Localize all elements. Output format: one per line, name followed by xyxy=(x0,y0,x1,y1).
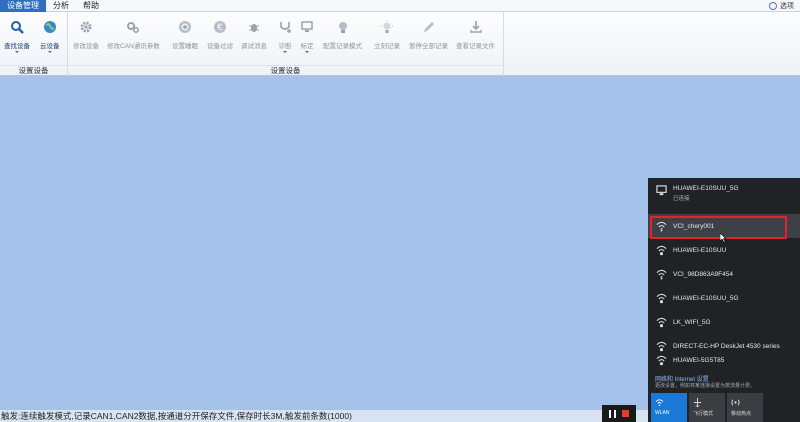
ribbon-group-settings: 修改设备 修改CAN通讯参数 设置睡眠 € 设备过滤 调试消息 诊断 标定 配置 xyxy=(68,12,504,76)
pencil-icon xyxy=(423,22,434,32)
wifi-icon xyxy=(656,269,667,279)
network-name: HUAWEI-5G5T85 xyxy=(673,356,725,364)
bug-icon xyxy=(249,24,259,32)
monitor-icon xyxy=(301,21,313,32)
wifi-network-item[interactable]: VCI_98D863A9F454 xyxy=(648,262,800,286)
ribbon-group-setup: 查找设备 云设备 设置设备 xyxy=(0,12,68,76)
view-record-file-button[interactable]: 查看记录文件 xyxy=(456,20,495,50)
wifi-network-item[interactable]: LK_WIFI_5G xyxy=(648,310,800,334)
calibrate-button[interactable]: 标定 xyxy=(300,20,314,53)
modify-can-params-button[interactable]: 修改CAN通讯参数 xyxy=(107,20,160,50)
pause-all-record-button[interactable]: 暂停全部记录 xyxy=(409,20,448,50)
hotspot-icon xyxy=(731,399,740,406)
wifi-network-item[interactable]: HUAWEI-5G5T85 xyxy=(648,348,800,372)
menu-tab-device-management[interactable]: 设备管理 xyxy=(0,0,46,12)
debug-message-button[interactable]: 调试消息 xyxy=(241,20,267,50)
ribbon-toolbar: 查找设备 云设备 设置设备 修改设备 修改CAN通讯参数 设置睡眠 € 设备过滤… xyxy=(0,12,800,76)
menu-tab-analysis[interactable]: 分析 xyxy=(46,0,76,12)
ethernet-monitor-icon xyxy=(656,185,667,196)
network-name: VCI_98D863A9F454 xyxy=(673,270,733,278)
quick-action-wlan[interactable]: WLAN xyxy=(651,393,687,422)
record-now-button[interactable]: 立刻记录 xyxy=(374,20,400,50)
menu-bar: 设备管理 分析 帮助 选项 xyxy=(0,0,800,12)
device-filter-button[interactable]: € 设备过滤 xyxy=(207,20,233,50)
mouse-cursor-icon xyxy=(720,233,727,243)
network-status: 已连接 xyxy=(673,196,690,202)
set-sleep-button[interactable]: 设置睡眠 xyxy=(172,20,198,50)
wifi-lock-icon xyxy=(656,317,667,327)
svg-text:€: € xyxy=(217,23,223,33)
wifi-flyout: HUAWEI-E10SUU_5G 已连接 VCI_chery001 HUAWEI… xyxy=(648,178,800,422)
wifi-icon xyxy=(655,399,664,407)
lightbulb-icon xyxy=(338,22,347,33)
airplane-icon xyxy=(693,398,702,407)
euro-icon: € xyxy=(214,21,226,33)
pause-icon[interactable] xyxy=(609,409,616,418)
wifi-lock-icon xyxy=(656,355,667,365)
stethoscope-icon xyxy=(280,22,291,33)
quick-action-mobile-hotspot[interactable]: 移动热点 xyxy=(727,393,763,422)
download-icon xyxy=(469,21,482,33)
stop-icon[interactable] xyxy=(622,410,629,417)
ribbon-group-label: 设置设备 xyxy=(68,65,503,75)
network-name: HUAWEI-E10SUU_5G xyxy=(673,185,739,192)
highlight-annotation xyxy=(650,216,787,239)
menu-tab-help[interactable]: 帮助 xyxy=(76,0,106,12)
find-device-button[interactable]: 查找设备 xyxy=(4,20,30,53)
lamp-icon xyxy=(381,20,393,33)
network-name: LK_WIFI_5G xyxy=(673,318,711,326)
wifi-lock-icon xyxy=(656,293,667,303)
network-settings-description: 更改设置，例如将某连接设置为按流量计费。 xyxy=(655,383,756,389)
wifi-lock-icon xyxy=(656,245,667,255)
network-name: HUAWEI-E10SUU xyxy=(673,246,727,254)
wifi-network-item[interactable]: HUAWEI-E10SUU_5G xyxy=(648,286,800,310)
globe-icon xyxy=(43,21,56,33)
gears-icon xyxy=(127,22,140,34)
options-button[interactable]: 选项 xyxy=(769,1,800,11)
cloud-device-button[interactable]: 云设备 xyxy=(40,20,60,53)
config-record-mode-button[interactable]: 配置记录模式 xyxy=(323,20,362,50)
gear-icon xyxy=(80,21,92,33)
diagnose-button[interactable]: 诊断 xyxy=(278,20,292,53)
options-icon xyxy=(769,1,777,10)
target-icon xyxy=(179,21,191,33)
quick-action-airplane-mode[interactable]: 飞行模式 xyxy=(689,393,725,422)
search-icon xyxy=(11,21,24,34)
options-label: 选项 xyxy=(780,2,794,10)
recording-control xyxy=(602,405,636,422)
ribbon-group-label: 设置设备 xyxy=(0,65,67,75)
wifi-network-connected[interactable]: HUAWEI-E10SUU_5G 已连接 xyxy=(648,180,800,206)
modify-device-button[interactable]: 修改设备 xyxy=(73,20,99,50)
network-name: HUAWEI-E10SUU_5G xyxy=(673,294,739,302)
